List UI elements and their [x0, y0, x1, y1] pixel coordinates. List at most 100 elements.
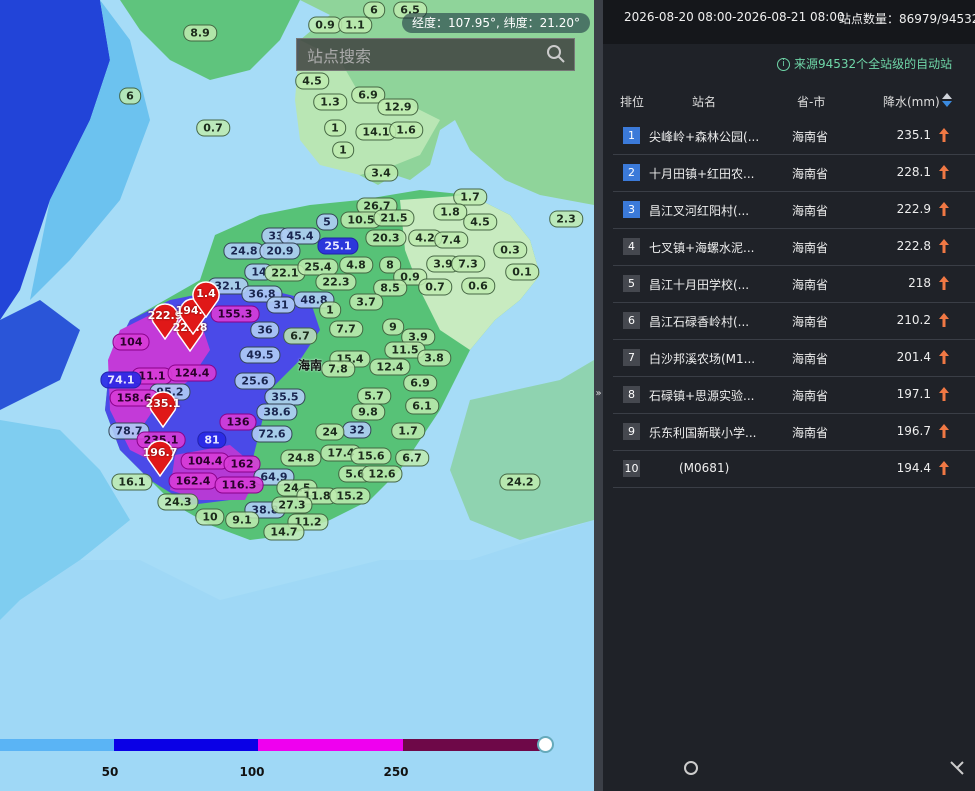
station-value-label[interactable]: 9	[382, 318, 404, 336]
ranking-row[interactable]: 7 白沙邦溪农场(M1... 海南省 201.4	[613, 340, 975, 377]
station-value-label[interactable]: 49.5	[239, 346, 281, 364]
search-icon[interactable]	[546, 44, 566, 64]
station-value-label[interactable]: 1.7	[391, 422, 425, 440]
station-value-label[interactable]: 24.8	[280, 449, 322, 467]
station-value-label[interactable]: 5	[316, 213, 338, 231]
station-value-label[interactable]: 6.7	[395, 449, 429, 467]
station-value-label[interactable]: 1.3	[313, 93, 347, 111]
station-value-label[interactable]: 4.8	[339, 256, 373, 274]
ranking-row[interactable]: 9 乐东利国新联小学... 海南省 196.7	[613, 414, 975, 451]
station-value-label[interactable]: 22.3	[315, 273, 357, 291]
station-value-label[interactable]: 24.3	[157, 493, 199, 511]
ranking-row[interactable]: 3 昌江叉河红阳村(... 海南省 222.9	[613, 192, 975, 229]
station-name[interactable]: 石碌镇+思源实验...	[649, 387, 755, 404]
station-value-label[interactable]: 8.9	[183, 24, 217, 42]
station-value-label[interactable]: 74.1	[100, 371, 142, 389]
sort-toggle-icon[interactable]	[941, 92, 953, 108]
station-value-label[interactable]: 7.4	[434, 231, 468, 249]
col-rain[interactable]: 降水(mm)	[883, 93, 940, 110]
station-value-label[interactable]: 36	[250, 321, 280, 339]
station-value-label[interactable]: 5.7	[357, 387, 391, 405]
station-name[interactable]: 昌江叉河红阳村(...	[649, 202, 749, 219]
station-value-label[interactable]: 4.5	[463, 213, 497, 231]
ranking-row[interactable]: 4 七叉镇+海螺水泥... 海南省 222.8	[613, 229, 975, 266]
ranking-row[interactable]: 5 昌江十月田学校(... 海南省 218	[613, 266, 975, 303]
station-pin[interactable]: 235.1	[146, 388, 180, 428]
station-value-label[interactable]: 81	[197, 431, 227, 449]
station-value-label[interactable]: 31	[266, 296, 296, 314]
station-name[interactable]: 尖峰岭+森林公园(...	[649, 128, 759, 145]
station-value-label[interactable]: 12.6	[361, 465, 403, 483]
station-value-label[interactable]: 6	[363, 1, 385, 19]
station-pin[interactable]: 1.4	[190, 278, 222, 318]
station-value-label[interactable]: 6.9	[403, 374, 437, 392]
station-value-label[interactable]: 0.9	[308, 16, 342, 34]
station-value-label[interactable]: 15.2	[329, 487, 371, 505]
collapse-chevron-icon[interactable]: »	[594, 388, 603, 399]
station-value-label[interactable]: 124.4	[167, 364, 217, 382]
station-name[interactable]: 乐东利国新联小学...	[649, 424, 756, 441]
station-value-label[interactable]: 24.2	[499, 473, 541, 491]
station-value-label[interactable]: 0.6	[461, 277, 495, 295]
panel-collapse-handle[interactable]: »	[594, 0, 603, 791]
station-value-label[interactable]: 2.3	[549, 210, 583, 228]
station-value-label[interactable]: 27.3	[271, 496, 313, 514]
station-value-label[interactable]: 20.3	[365, 229, 407, 247]
ranking-row[interactable]: 1 尖峰岭+森林公园(... 海南省 235.1	[613, 118, 975, 155]
station-search-input[interactable]	[305, 43, 539, 69]
station-value-label[interactable]: 1.1	[338, 16, 372, 34]
station-name[interactable]: 十月田镇+红田农...	[649, 165, 755, 182]
station-value-label[interactable]: 0.1	[505, 263, 539, 281]
station-value-label[interactable]: 6	[119, 87, 141, 105]
station-name[interactable]: (M0681)	[679, 461, 729, 475]
station-value-label[interactable]: 24	[315, 423, 345, 441]
station-value-label[interactable]: 72.6	[251, 425, 293, 443]
station-value-label[interactable]: 104	[112, 333, 150, 351]
station-value-label[interactable]: 0.3	[493, 241, 527, 259]
station-value-label[interactable]: 9.1	[225, 511, 259, 529]
station-value-label[interactable]: 25.6	[234, 372, 276, 390]
station-value-label[interactable]: 3.8	[417, 349, 451, 367]
station-value-label[interactable]: 25.1	[317, 237, 359, 255]
station-value-label[interactable]: 136	[219, 413, 257, 431]
station-value-label[interactable]: 12.4	[369, 358, 411, 376]
station-value-label[interactable]: 7.3	[451, 255, 485, 273]
station-value-label[interactable]: 32	[342, 421, 372, 439]
station-value-label[interactable]: 1	[324, 119, 346, 137]
ranking-row[interactable]: 6 昌江石碌香岭村(... 海南省 210.2	[613, 303, 975, 340]
station-value-label[interactable]: 24.8	[223, 242, 265, 260]
station-value-label[interactable]: 7.7	[329, 320, 363, 338]
rainfall-map[interactable]: 0.9 1.1 6 6.5 8.9 4.5 1.3 6.9 12.9 6 0.7 1 14.1 1.6 1 3…	[0, 0, 594, 791]
station-value-label[interactable]: 38.6	[256, 403, 298, 421]
ranking-row[interactable]: 10 (M0681) 194.4	[613, 451, 975, 488]
station-value-label[interactable]: 6.1	[405, 397, 439, 415]
station-value-label[interactable]: 116.3	[214, 476, 264, 494]
ranking-row[interactable]: 2 十月田镇+红田农... 海南省 228.1	[613, 155, 975, 192]
station-value-label[interactable]: 9.8	[351, 403, 385, 421]
station-value-label[interactable]: 15.6	[350, 447, 392, 465]
expand-icon[interactable]	[949, 760, 965, 776]
station-value-label[interactable]: 14.7	[263, 523, 305, 541]
station-name[interactable]: 白沙邦溪农场(M1...	[649, 350, 755, 367]
station-name[interactable]: 昌江石碌香岭村(...	[649, 313, 749, 330]
station-value-label[interactable]: 1	[332, 141, 354, 159]
legend-slider-handle[interactable]	[537, 736, 554, 753]
station-value-label[interactable]: 6.7	[283, 327, 317, 345]
station-value-label[interactable]: 4.5	[295, 72, 329, 90]
location-icon[interactable]	[683, 760, 699, 776]
station-value-label[interactable]: 1.6	[389, 121, 423, 139]
ranking-row[interactable]: 8 石碌镇+思源实验... 海南省 197.1	[613, 377, 975, 414]
station-search[interactable]	[296, 38, 575, 71]
station-name[interactable]: 昌江十月田学校(...	[649, 276, 749, 293]
station-value-label[interactable]: 1	[319, 301, 341, 319]
station-name[interactable]: 七叉镇+海螺水泥...	[649, 239, 755, 256]
station-value-label[interactable]: 1.8	[433, 203, 467, 221]
station-value-label[interactable]: 3.7	[349, 293, 383, 311]
station-value-label[interactable]: 20.9	[259, 242, 301, 260]
station-value-label[interactable]: 0.7	[418, 278, 452, 296]
station-value-label[interactable]: 0.7	[196, 119, 230, 137]
station-value-label[interactable]: 7.8	[321, 360, 355, 378]
station-value-label[interactable]: 12.9	[377, 98, 419, 116]
station-value-label[interactable]: 3.4	[364, 164, 398, 182]
station-pin[interactable]: 196.7	[143, 437, 177, 477]
